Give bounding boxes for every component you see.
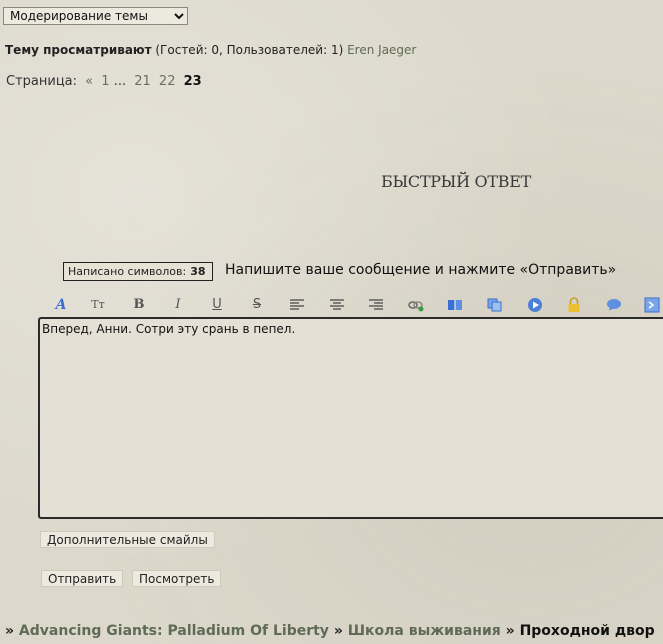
strikethrough-icon[interactable]: S xyxy=(247,296,267,314)
font-color-icon[interactable]: A xyxy=(51,296,71,314)
pagination: Страница: « 1 ... 21 22 23 xyxy=(6,74,202,89)
char-counter-label: Написано символов: xyxy=(68,265,187,278)
align-right-icon[interactable] xyxy=(366,296,386,314)
breadcrumb-section-link[interactable]: Школа выживания xyxy=(348,623,501,639)
viewers-line: Тему просматривают (Гостей: 0, Пользоват… xyxy=(5,43,416,57)
pager-page-1[interactable]: 1 xyxy=(101,74,109,89)
pager-page-22[interactable]: 22 xyxy=(159,74,176,89)
preview-button[interactable]: Посмотреть xyxy=(132,570,222,587)
copy-icon[interactable] xyxy=(485,296,505,314)
breadcrumb-current-topic: Проходной двор xyxy=(519,623,655,639)
breadcrumb-forum-link[interactable]: Advancing Giants: Palladium Of Liberty xyxy=(19,623,329,639)
message-textarea[interactable]: Вперед, Анни. Сотри эту срань в пепел. xyxy=(40,319,663,517)
video-icon[interactable] xyxy=(525,296,545,314)
char-counter-value: 38 xyxy=(190,265,206,278)
viewer-user-link[interactable]: Eren Jaeger xyxy=(347,43,416,57)
code-icon[interactable] xyxy=(642,296,662,314)
breadcrumb-separator: » xyxy=(505,623,515,639)
bold-icon[interactable]: B xyxy=(129,296,149,314)
italic-icon[interactable]: I xyxy=(168,296,188,314)
reply-hint: Напишите ваше сообщение и нажмите «Отпра… xyxy=(225,262,617,278)
book-icon[interactable] xyxy=(445,296,465,314)
send-button[interactable]: Отправить xyxy=(41,570,124,587)
pager-current-page: 23 xyxy=(183,74,202,89)
pager-ellipsis: ... xyxy=(113,74,127,89)
quick-reply-title: БЫСТРЫЙ ОТВЕТ xyxy=(381,172,531,191)
align-center-icon[interactable] xyxy=(327,296,347,314)
char-counter: Написано символов: 38 xyxy=(63,262,213,281)
underline-icon[interactable]: U xyxy=(207,296,227,314)
more-smileys-button[interactable]: Дополнительные смайлы xyxy=(40,531,215,548)
moderation-select[interactable]: Модерирование темы xyxy=(3,7,188,25)
align-left-icon[interactable] xyxy=(287,296,307,314)
pager-prev-link[interactable]: « xyxy=(85,74,93,89)
breadcrumb-separator: » xyxy=(333,623,343,639)
viewers-counts: (Гостей: 0, Пользователей: 1) xyxy=(155,43,344,57)
breadcrumb-separator: » xyxy=(5,623,15,639)
link-icon[interactable] xyxy=(406,296,426,314)
message-editor[interactable]: Вперед, Анни. Сотри эту срань в пепел. xyxy=(38,317,663,519)
pager-label: Страница: xyxy=(6,74,78,89)
pager-page-21[interactable]: 21 xyxy=(134,74,151,89)
viewers-label: Тему просматривают xyxy=(5,43,152,57)
speech-bubble-icon[interactable] xyxy=(604,296,624,314)
breadcrumb: » Advancing Giants: Palladium Of Liberty… xyxy=(5,623,655,639)
lock-icon[interactable] xyxy=(564,296,584,314)
font-size-icon[interactable]: Tт xyxy=(88,296,108,314)
